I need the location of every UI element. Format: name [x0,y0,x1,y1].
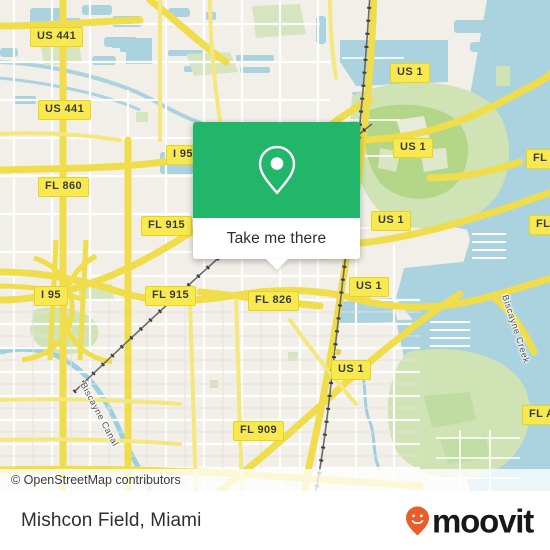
location-popup-card[interactable]: Take me there [193,122,360,270]
road-shield: US 1 [390,63,431,83]
popup-tail-pointer [265,259,288,270]
road-shield: US 1 [393,138,434,158]
road-shield: FL A [526,149,550,169]
road-shield: I 95 [34,286,68,306]
road-shield: FL 826 [248,291,300,311]
road-shield: US 1 [371,211,412,231]
place-title: Mishcon Field, Miami [21,509,202,531]
popup-header [193,122,360,218]
map-canvas[interactable]: US 441 US 441 FL 860 FL 915 I 95 I 95 FL 915 FL… [0,0,550,491]
road-shield: US 1 [331,360,372,380]
road-shield: US 441 [30,27,84,47]
road-shield: FL 860 [38,177,90,197]
road-shield: US 1 [349,277,390,297]
moovit-smiley-pin-icon [406,506,430,535]
popup-action-bar[interactable]: Take me there [193,218,360,270]
openstreetmap-attribution[interactable]: © OpenStreetMap contributors [0,473,181,487]
map-attribution-bar: © OpenStreetMap contributors [0,469,550,491]
road-shield: FL 915 [145,286,197,306]
map-pin-icon [258,145,295,195]
moovit-map-screenshot: US 441 US 441 FL 860 FL 915 I 95 I 95 FL 915 FL… [0,0,550,550]
moovit-brand-logo[interactable]: moovit [405,502,534,539]
road-shield: FL 915 [141,216,193,236]
road-shield: FL A [522,405,550,425]
footer-bar: Mishcon Field, Miami moovit [0,491,550,550]
road-shield: FL [529,215,550,235]
road-shield: US 441 [38,100,92,120]
road-shield: FL 909 [233,421,285,441]
moovit-wordmark: moovit [432,502,534,539]
take-me-there-label: Take me there [226,229,327,247]
